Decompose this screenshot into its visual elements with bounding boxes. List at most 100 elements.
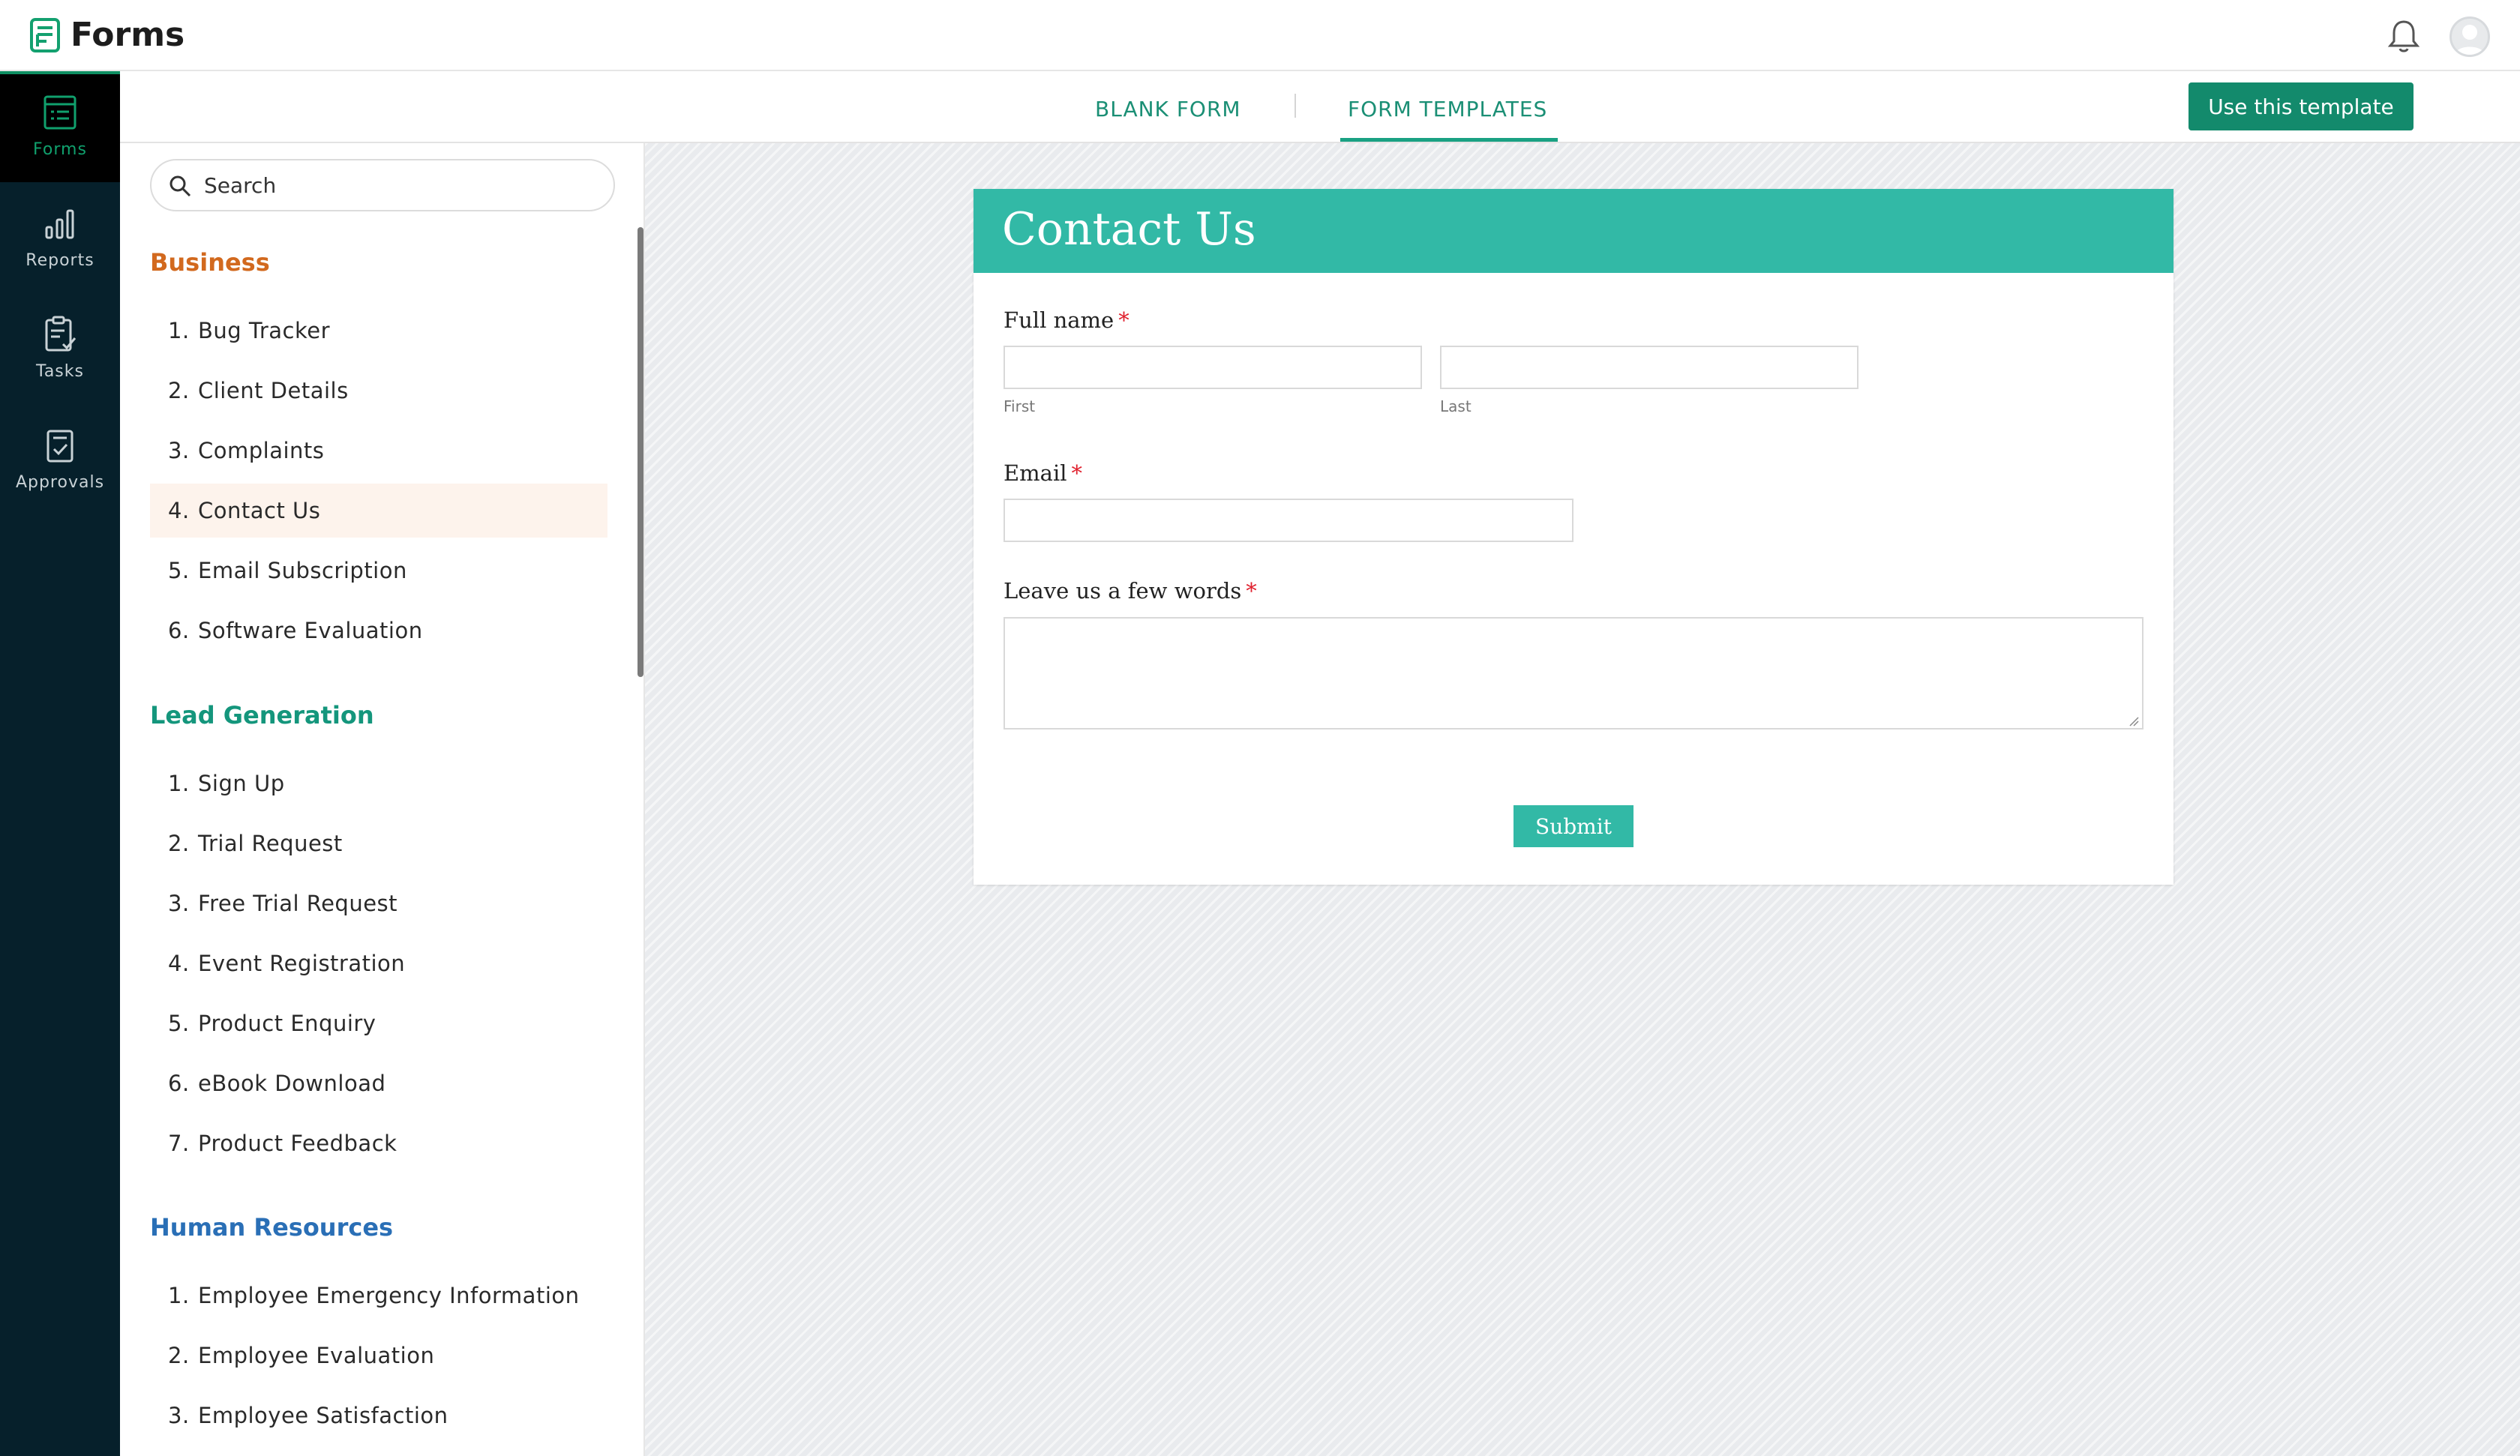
item-label: Free Trial Request [198, 891, 398, 916]
category-business: Business [150, 248, 270, 277]
item-label: Product Enquiry [198, 1011, 376, 1036]
item-number: 1. [168, 318, 190, 343]
first-name-input[interactable] [1004, 346, 1422, 389]
item-label: Employee Satisfaction [198, 1403, 448, 1428]
item-label: Sign Up [198, 771, 285, 796]
form-title: Contact Us [1002, 203, 1256, 256]
list-scrollbar[interactable] [638, 227, 644, 677]
first-name-sublabel: First [1004, 397, 1036, 415]
template-item-employee-emergency-information[interactable]: 1. Employee Emergency Information [150, 1269, 608, 1323]
item-label: Contact Us [198, 498, 321, 523]
approvals-icon [46, 430, 74, 463]
notification-bell-icon[interactable] [2386, 18, 2421, 54]
top-header: Forms [0, 0, 2520, 71]
template-item-client-details[interactable]: 2. Client Details [150, 364, 608, 418]
item-label: Event Registration [198, 951, 406, 976]
full-name-label: Full name * [1004, 307, 1130, 333]
form-header: Contact Us [974, 189, 2174, 273]
use-template-button[interactable]: Use this template [2188, 82, 2414, 130]
item-label: Product Feedback [198, 1131, 398, 1156]
nav-label: Approvals [15, 473, 105, 492]
template-item-email-subscription[interactable]: 5. Email Subscription [150, 544, 608, 598]
template-item-event-registration[interactable]: 4. Event Registration [150, 936, 608, 990]
item-number: 3. [168, 1403, 190, 1428]
item-label: Employee Emergency Information [198, 1283, 580, 1308]
category-human-resources: Human Resources [150, 1213, 394, 1242]
tasks-icon [45, 316, 76, 352]
item-number: 3. [168, 891, 190, 916]
template-item-ebook-download[interactable]: 6. eBook Download [150, 1056, 608, 1110]
email-label: Email * [1004, 460, 1082, 486]
active-tab-indicator [1340, 138, 1558, 142]
template-item-complaints[interactable]: 3. Complaints [150, 424, 608, 478]
tab-form-templates[interactable]: FORM TEMPLATES [1348, 97, 1547, 121]
required-marker: * [1118, 307, 1130, 333]
template-item-contact-us[interactable]: 4. Contact Us [150, 484, 608, 538]
template-list-panel: Business 1.Bug Tracker 2.Client Details … [120, 143, 645, 1456]
tab-divider [1294, 94, 1296, 118]
form-preview-card: Contact Us Full name * First Last Email * … [974, 189, 2174, 885]
field-label-text: Leave us a few words [1004, 578, 1242, 604]
item-label: eBook Download [198, 1071, 386, 1096]
template-item-software-evaluation[interactable]: 6. Software Evaluation [150, 604, 608, 658]
template-item-sign-up[interactable]: 1. Sign Up [150, 756, 608, 810]
required-marker: * [1071, 460, 1083, 486]
item-label: Complaints [198, 438, 325, 463]
resize-handle-icon[interactable] [2128, 716, 2139, 727]
item-label: Client Details [198, 378, 349, 403]
template-item-product-enquiry[interactable]: 5. Product Enquiry [150, 996, 608, 1050]
last-name-sublabel: Last [1440, 397, 1472, 415]
template-item-product-feedback[interactable]: 7. Product Feedback [150, 1116, 608, 1170]
template-item-free-trial-request[interactable]: 3. Free Trial Request [150, 876, 608, 930]
search-input[interactable] [204, 168, 594, 202]
item-number: 2. [168, 378, 190, 403]
item-number: 3. [168, 438, 190, 463]
item-label: Software Evaluation [198, 618, 423, 643]
item-number: 7. [168, 1131, 190, 1156]
item-number: 1. [168, 1283, 190, 1308]
category-lead-generation: Lead Generation [150, 701, 374, 729]
nav-label: Tasks [36, 362, 84, 381]
nav-label: Reports [26, 251, 94, 270]
field-label-text: Full name [1004, 307, 1114, 333]
nav-item-tasks[interactable]: Tasks [0, 293, 120, 404]
submit-button[interactable]: Submit [1514, 805, 1634, 847]
item-number: 6. [168, 1071, 190, 1096]
user-icon [2455, 25, 2485, 55]
email-input[interactable] [1004, 499, 1574, 542]
item-number: 1. [168, 771, 190, 796]
last-name-input[interactable] [1440, 346, 1858, 389]
item-label: Bug Tracker [198, 318, 331, 343]
nav-item-forms[interactable]: Forms [0, 71, 120, 182]
template-item-employee-satisfaction[interactable]: 3. Employee Satisfaction [150, 1389, 608, 1443]
item-number: 5. [168, 558, 190, 583]
message-textarea[interactable] [1004, 617, 2144, 729]
search-box [150, 159, 615, 211]
forms-icon [44, 95, 76, 130]
tab-blank-form[interactable]: BLANK FORM [1095, 97, 1241, 121]
user-avatar[interactable] [2450, 16, 2490, 57]
message-label: Leave us a few words * [1004, 578, 1257, 604]
app-title: Forms [70, 16, 185, 54]
item-number: 4. [168, 951, 190, 976]
field-label-text: Email [1004, 460, 1067, 486]
required-marker: * [1246, 578, 1257, 604]
template-item-employee-evaluation[interactable]: 2. Employee Evaluation [150, 1329, 608, 1383]
item-label: Email Subscription [198, 558, 407, 583]
nav-label: Forms [33, 140, 87, 159]
template-item-bug-tracker[interactable]: 1. Bug Tracker [150, 304, 608, 358]
item-number: 2. [168, 1343, 190, 1368]
item-number: 2. [168, 831, 190, 856]
forms-logo-icon [30, 18, 60, 52]
template-preview-area: Contact Us Full name * First Last Email * … [645, 143, 2520, 1456]
template-item-trial-request[interactable]: 2. Trial Request [150, 816, 608, 870]
nav-rail: Forms Reports Tasks Approvals [0, 71, 120, 1456]
nav-item-approvals[interactable]: Approvals [0, 404, 120, 515]
reports-icon [45, 209, 74, 239]
tabs-bar: BLANK FORM FORM TEMPLATES Use this templ… [120, 71, 2520, 143]
item-number: 6. [168, 618, 190, 643]
item-label: Employee Evaluation [198, 1343, 435, 1368]
item-label: Trial Request [198, 831, 343, 856]
item-number: 4. [168, 498, 190, 523]
nav-item-reports[interactable]: Reports [0, 182, 120, 293]
